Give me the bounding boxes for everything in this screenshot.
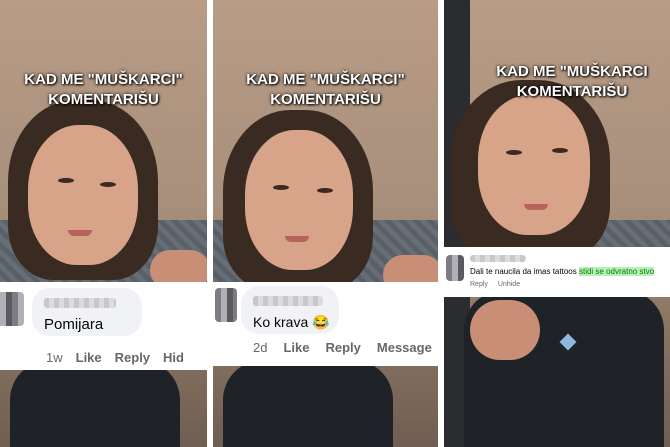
title-line-2: KOMENTARIŠU	[48, 91, 159, 108]
avatar[interactable]	[446, 255, 464, 281]
title-line-1: KAD ME "MUŠKARCI"	[246, 71, 405, 88]
right-eye	[100, 182, 116, 187]
left-eye	[58, 178, 74, 183]
reply-button[interactable]: Reply	[325, 340, 360, 355]
title-line-2: KOMENTARIŠU	[516, 83, 628, 100]
video-frame-2: KAD ME "MUŠKARCI" KOMENTARIŠU Ko krava 😂…	[213, 0, 438, 447]
right-eye	[317, 188, 333, 193]
title-line-1: KAD ME "MUŠKARCI	[496, 63, 648, 80]
left-eye	[273, 185, 289, 190]
comment-actions: Reply Unhide	[470, 281, 520, 288]
message-button[interactable]: Message	[377, 340, 432, 355]
laughing-emoji-icon: 😂	[312, 314, 330, 330]
comment-card: Dali te naucila da imas tattoos stidi se…	[444, 247, 670, 297]
video-frame-1: KAD ME "MUŠKARCI" KOMENTARIŠU Pomijara 1…	[0, 0, 207, 447]
comment-text: Dali te naucila da imas tattoos stidi se…	[470, 267, 655, 276]
face	[478, 95, 590, 235]
comment-text: Pomijara	[44, 316, 104, 333]
face	[245, 130, 353, 270]
face	[28, 125, 138, 265]
mouth	[285, 236, 309, 242]
comment-actions: 1w Like Reply Hid	[46, 350, 184, 365]
reply-button[interactable]: Reply	[470, 281, 488, 288]
commenter-name-blurred[interactable]	[470, 255, 526, 262]
comment-text-body: Ko krava	[253, 314, 309, 330]
title-line-1: KAD ME "MUŠKARCI"	[24, 71, 183, 88]
comment-card: Pomijara 1w Like Reply Hid	[0, 282, 207, 370]
hand	[470, 300, 540, 360]
mouth	[524, 204, 548, 210]
reply-button[interactable]: Reply	[115, 350, 150, 365]
overlay-title: KAD ME "MUŠKARCI" KOMENTARIŠU	[213, 70, 438, 110]
video-frame-3: KAD ME "MUŠKARCI KOMENTARIŠU Dali te nau…	[444, 0, 670, 447]
commenter-name-blurred[interactable]	[44, 298, 116, 308]
shirt	[223, 360, 393, 447]
comment-bubble: Ko krava 😂	[241, 286, 339, 334]
comment-text: Ko krava 😂	[253, 314, 330, 331]
mouth	[68, 230, 92, 236]
overlay-title: KAD ME "MUŠKARCI KOMENTARIŠU	[444, 62, 670, 102]
avatar[interactable]	[215, 288, 237, 322]
comment-bubble: Pomijara	[32, 288, 142, 336]
commenter-name-blurred[interactable]	[253, 296, 323, 306]
shirt	[10, 360, 180, 447]
comment-time: 1w	[46, 350, 63, 365]
comment-time: 2d	[253, 340, 268, 355]
hide-button[interactable]: Hid	[163, 350, 184, 365]
right-eye	[552, 148, 568, 153]
comment-card: Ko krava 😂 2d Like Reply Message	[213, 282, 438, 366]
like-button[interactable]: Like	[76, 350, 102, 365]
comment-actions: 2d Like Reply Message	[253, 340, 432, 355]
highlighted-comment-text: stidi se odvratno stvo	[578, 267, 655, 276]
left-eye	[506, 150, 522, 155]
like-button[interactable]: Like	[283, 340, 309, 355]
unhide-button[interactable]: Unhide	[498, 281, 520, 288]
comment-text-body: Dali te naucila da imas tattoos	[470, 267, 577, 276]
title-line-2: KOMENTARIŠU	[270, 91, 381, 108]
avatar[interactable]	[0, 292, 24, 326]
overlay-title: KAD ME "MUŠKARCI" KOMENTARIŠU	[0, 70, 207, 110]
